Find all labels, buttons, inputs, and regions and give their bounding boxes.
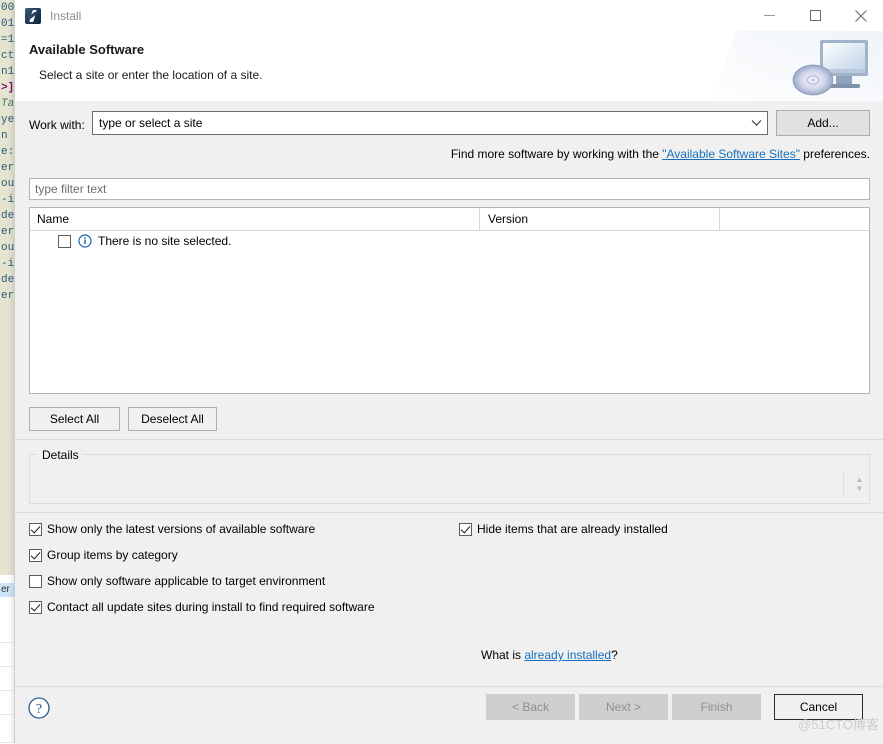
install-dialog: Install Available Software Select a site…: [14, 0, 883, 743]
what-is-already-installed: What is already installed?: [481, 648, 618, 662]
spinner-up-icon[interactable]: ▲: [856, 476, 864, 483]
table-row[interactable]: There is no site selected.: [30, 230, 869, 252]
page-subtitle: Select a site or enter the location of a…: [39, 68, 262, 82]
work-with-value[interactable]: type or select a site: [99, 116, 745, 130]
close-icon[interactable]: [838, 0, 883, 31]
available-software-sites-link[interactable]: "Available Software Sites": [662, 147, 800, 161]
available-software-table[interactable]: Name Version There is no site selected. …: [29, 207, 870, 394]
separator-2: [15, 512, 883, 513]
checkbox-hide-installed[interactable]: [459, 523, 472, 536]
details-label: Details: [39, 448, 82, 462]
what-is-prefix: What is: [481, 648, 524, 662]
svg-text:?: ?: [36, 702, 42, 717]
footer-watermark: @51CTO博客: [798, 714, 879, 733]
info-icon: [78, 234, 92, 248]
option-label: Contact all update sites during install …: [47, 600, 375, 614]
help-question-icon[interactable]: ?: [27, 696, 51, 720]
back-button[interactable]: < Back: [486, 694, 575, 720]
checkbox-contact-update-sites[interactable]: [29, 601, 42, 614]
minimize-icon[interactable]: [746, 0, 792, 31]
work-with-label: Work with:: [29, 118, 85, 132]
find-more-software-text: Find more software by working with the "…: [451, 147, 870, 161]
dialog-titlebar: Install: [15, 0, 883, 31]
option-label: Group items by category: [47, 548, 178, 562]
spinner-down-icon[interactable]: ▼: [856, 485, 864, 492]
deselect-all-button[interactable]: Deselect All: [128, 407, 217, 431]
eclipse-install-icon: [25, 8, 41, 24]
background-left-fragment: er: [1, 584, 10, 595]
option-label: Show only the latest versions of availab…: [47, 522, 315, 536]
option-show-latest-versions[interactable]: Show only the latest versions of availab…: [29, 522, 315, 536]
page-title: Available Software: [29, 42, 144, 57]
checkbox-show-latest-versions[interactable]: [29, 523, 42, 536]
finish-button[interactable]: Finish: [672, 694, 761, 720]
window-title: Install: [50, 9, 81, 23]
checkbox-target-environment[interactable]: [29, 575, 42, 588]
find-more-suffix: preferences.: [800, 147, 870, 161]
column-header-extra[interactable]: [719, 208, 869, 230]
option-contact-update-sites[interactable]: Contact all update sites during install …: [29, 600, 375, 614]
option-target-environment[interactable]: Show only software applicable to target …: [29, 574, 325, 588]
filter-placeholder: type filter text: [35, 182, 106, 196]
window-controls: [746, 0, 883, 31]
add-site-button[interactable]: Add...: [776, 110, 870, 136]
option-label: Show only software applicable to target …: [47, 574, 325, 588]
dialog-header: Available Software Select a site or ente…: [15, 31, 883, 102]
maximize-icon[interactable]: [792, 0, 838, 31]
separator-1: [15, 439, 883, 440]
row-name: There is no site selected.: [98, 234, 231, 248]
filter-input[interactable]: type filter text: [29, 178, 870, 200]
row-checkbox[interactable]: [58, 235, 71, 248]
details-spinner[interactable]: ▲ ▼: [853, 473, 866, 495]
checkbox-group-by-category[interactable]: [29, 549, 42, 562]
details-divider: [843, 470, 844, 498]
column-header-name[interactable]: Name: [30, 208, 479, 230]
dialog-body: Work with: type or select a site Add... …: [15, 101, 883, 686]
dialog-footer: ? < Back Next > Finish Cancel @51CTO博客: [15, 686, 883, 744]
option-group-by-category[interactable]: Group items by category: [29, 548, 178, 562]
next-button[interactable]: Next >: [579, 694, 668, 720]
details-group: [29, 454, 870, 504]
select-all-button[interactable]: Select All: [29, 407, 120, 431]
monitor-cd-icon: [714, 31, 883, 101]
option-label: Hide items that are already installed: [477, 522, 668, 536]
chevron-down-icon[interactable]: [745, 119, 767, 127]
table-header: Name Version: [30, 208, 869, 231]
column-header-version[interactable]: Version: [479, 208, 719, 230]
work-with-combo[interactable]: type or select a site: [92, 111, 768, 135]
find-more-prefix: Find more software by working with the: [451, 147, 662, 161]
option-hide-installed[interactable]: Hide items that are already installed: [459, 522, 668, 536]
what-is-suffix: ?: [611, 648, 618, 662]
already-installed-link[interactable]: already installed: [524, 648, 611, 662]
